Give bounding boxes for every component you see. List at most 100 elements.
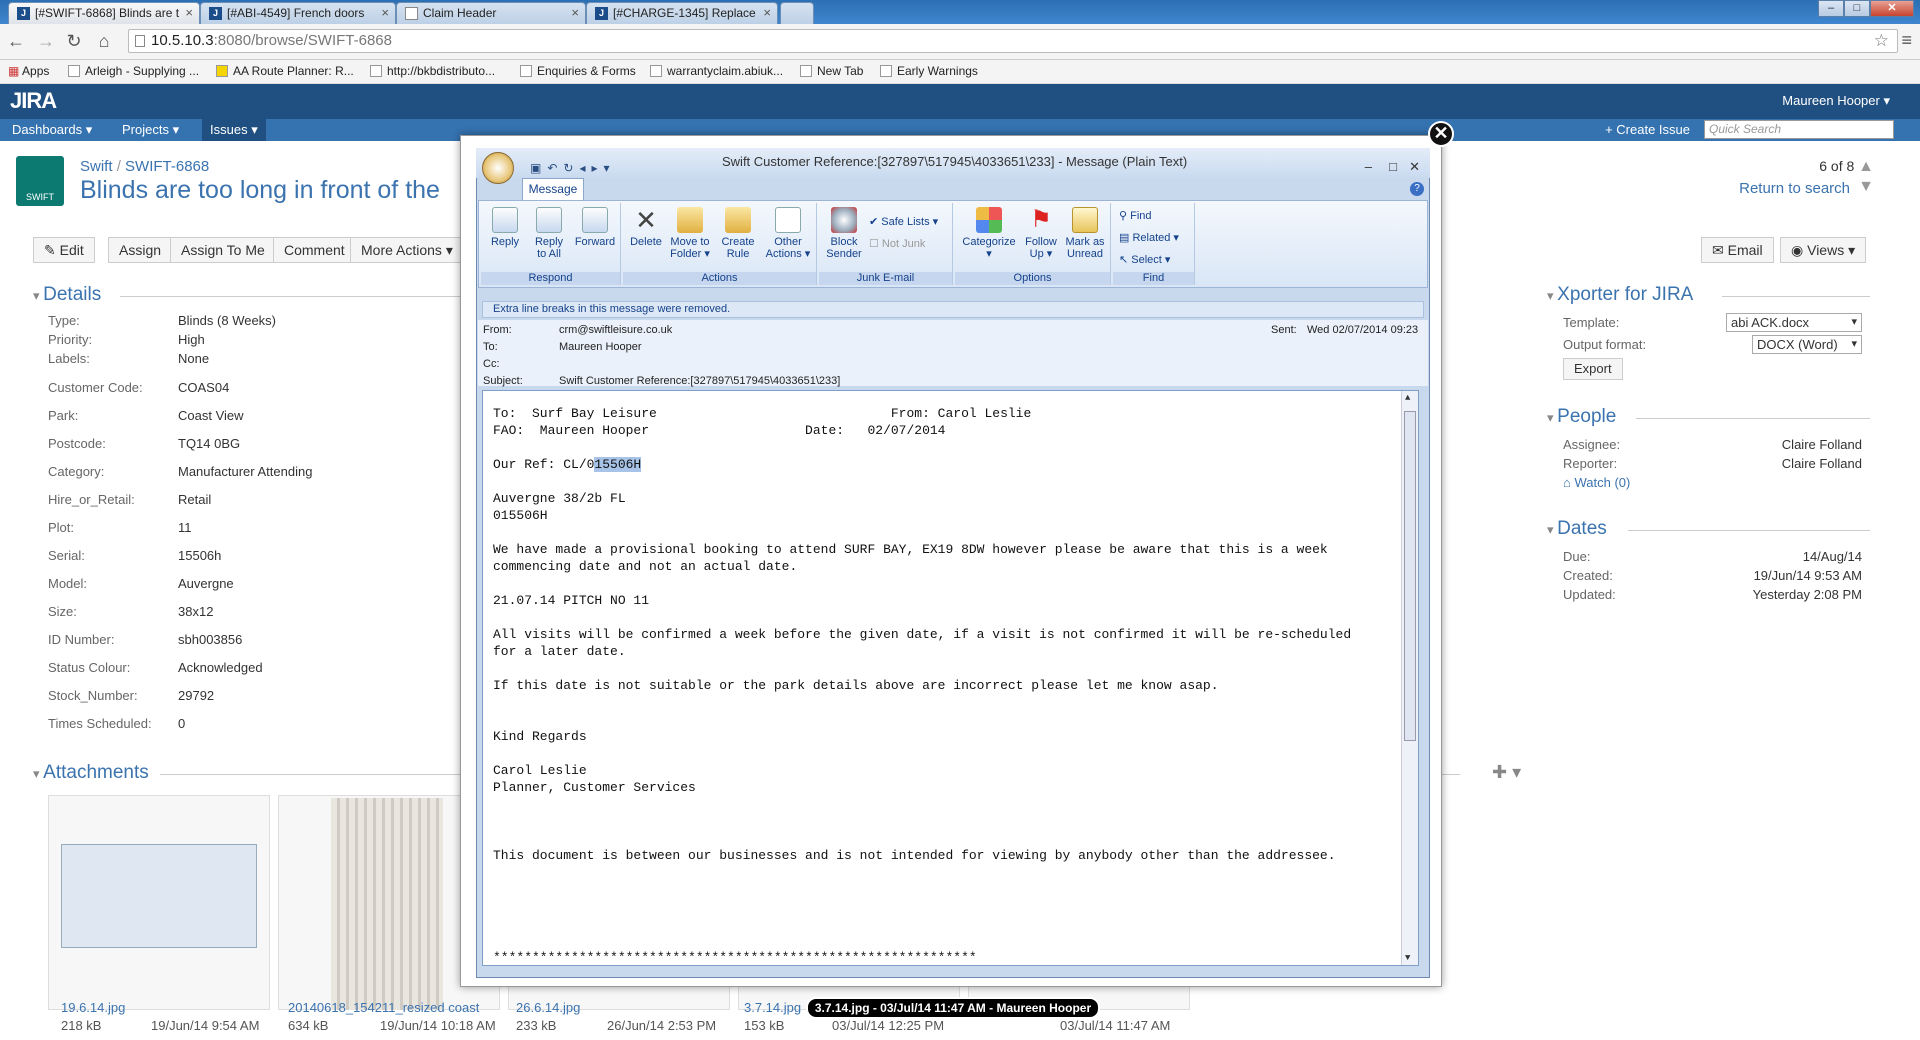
browser-tab-abi[interactable]: J [#ABI-4549] French doors × <box>200 2 396 24</box>
watch-link[interactable]: ⌂ Watch (0) <box>1563 475 1630 490</box>
views-button[interactable]: ◉ Views ▾ <box>1780 237 1867 263</box>
delete-button[interactable]: ✕ Delete <box>627 207 665 248</box>
nav-label: Dashboards <box>12 122 83 137</box>
other-actions-button[interactable]: Other Actions ▾ <box>763 207 813 260</box>
forward-button[interactable]: Forward <box>573 207 617 248</box>
to-value[interactable]: Maureen Hooper <box>559 341 642 353</box>
reply-all-button[interactable]: Reply to All <box>529 207 569 260</box>
attachments-heading[interactable]: Attachments <box>33 762 149 784</box>
attachment-thumbnail[interactable] <box>48 795 270 1010</box>
mark-as-unread-button[interactable]: Mark as Unread <box>1063 207 1107 260</box>
output-format-select[interactable]: DOCX (Word) <box>1752 335 1862 354</box>
detail-value: 38x12 <box>178 604 214 619</box>
message-body[interactable]: To: Surf Bay Leisure From: Carol Leslie … <box>482 390 1419 966</box>
browser-tab-claim-header[interactable]: Claim Header × <box>396 2 586 24</box>
details-heading[interactable]: Details <box>33 284 101 306</box>
project-avatar[interactable]: SWIFT <box>16 156 64 206</box>
browser-tab-swift[interactable]: J [#SWIFT-6868] Blinds are t × <box>8 2 200 24</box>
chrome-menu-icon[interactable]: ≡ <box>1901 30 1912 51</box>
minimize-icon[interactable]: – <box>1818 0 1844 17</box>
bookmark-new-tab[interactable]: New Tab <box>800 60 863 82</box>
help-icon[interactable]: ? <box>1410 182 1424 196</box>
categorize-button[interactable]: Categorize ▾ <box>959 207 1019 260</box>
attachment-name[interactable]: 20140618_154211_resized coast <box>288 1000 479 1015</box>
minimize-icon[interactable]: – <box>1365 153 1372 181</box>
scroll-up-icon[interactable]: ▲ <box>1405 393 1410 403</box>
maximize-icon[interactable]: □ <box>1844 0 1870 17</box>
reporter-value[interactable]: Claire Folland <box>1782 456 1862 471</box>
forward-icon[interactable]: → <box>36 31 56 51</box>
assignee-value[interactable]: Claire Folland <box>1782 437 1862 452</box>
bookmark-enquiries[interactable]: Enquiries & Forms <box>520 60 636 82</box>
bookmark-aa-route[interactable]: AA Route Planner: R... <box>216 60 354 82</box>
attachment-name[interactable]: 3.7.14.jpg <box>744 1000 801 1015</box>
chevron-down-icon[interactable]: ▼ <box>1858 178 1874 196</box>
edit-button[interactable]: ✎ Edit <box>33 237 95 263</box>
comment-button[interactable]: Comment <box>273 237 356 263</box>
add-attachment-icon[interactable]: ✚ ▾ <box>1492 762 1521 783</box>
nav-projects[interactable]: Projects ▾ <box>122 119 179 141</box>
reply-button[interactable]: Reply <box>485 207 525 248</box>
ribbon-tab-message[interactable]: Message <box>522 178 584 200</box>
related-button[interactable]: ▤ Related ▾ <box>1119 231 1179 244</box>
move-to-folder-button[interactable]: Move to Folder ▾ <box>667 207 713 260</box>
people-heading[interactable]: People <box>1547 406 1616 428</box>
bookmark-arleigh[interactable]: Arleigh - Supplying ... <box>68 60 199 82</box>
from-value[interactable]: crm@swiftleisure.co.uk <box>559 324 672 336</box>
new-tab-button[interactable] <box>780 2 814 24</box>
more-actions-button[interactable]: More Actions ▾ <box>350 237 464 263</box>
detail-value[interactable]: None <box>178 351 209 366</box>
bookmark-bkb[interactable]: http://bkbdistributo... <box>370 60 495 82</box>
quick-search-input[interactable]: Quick Search <box>1704 120 1894 139</box>
export-button[interactable]: Export <box>1563 358 1623 380</box>
bookmark-star-icon[interactable]: ☆ <box>1874 30 1889 52</box>
address-bar[interactable]: 10.5.10.3:8080/browse/SWIFT-6868 ☆ <box>128 29 1898 53</box>
reload-icon[interactable]: ↻ <box>64 31 84 51</box>
not-junk-button[interactable]: ☐ Not Junk <box>869 237 925 250</box>
breadcrumb-project[interactable]: Swift <box>80 158 113 175</box>
xporter-heading[interactable]: Xporter for JIRA <box>1547 284 1693 306</box>
close-icon[interactable]: × <box>185 3 193 23</box>
attachment-name[interactable]: 19.6.14.jpg <box>61 1000 125 1015</box>
home-icon[interactable]: ⌂ <box>94 31 114 51</box>
browser-tab-charge[interactable]: J [#CHARGE-1345] Replace × <box>586 2 778 24</box>
body-text: Auvergne 38/2b FL 015506H We have made a… <box>493 491 1352 965</box>
office-button-icon[interactable] <box>482 152 514 184</box>
return-to-search-link[interactable]: Return to search <box>1739 180 1850 197</box>
bookmark-early-warnings[interactable]: Early Warnings <box>880 60 978 82</box>
create-rule-button[interactable]: Create Rule <box>717 207 759 260</box>
close-icon[interactable]: × <box>763 3 771 23</box>
jira-logo[interactable]: JIRA <box>10 88 57 114</box>
create-issue-button[interactable]: + Create Issue <box>1605 119 1690 141</box>
block-sender-button[interactable]: Block Sender <box>823 207 865 260</box>
template-select[interactable]: abi ACK.docx <box>1726 313 1862 332</box>
close-window-icon[interactable]: ✕ <box>1870 0 1914 17</box>
divider <box>1722 296 1870 297</box>
assign-button[interactable]: Assign <box>108 237 173 263</box>
scroll-down-icon[interactable]: ▼ <box>1405 953 1410 963</box>
breadcrumb-issue-key[interactable]: SWIFT-6868 <box>125 158 209 175</box>
back-icon[interactable]: ← <box>6 31 26 51</box>
vertical-scrollbar[interactable]: ▲ ▼ <box>1401 391 1418 965</box>
find-button[interactable]: ⚲ Find <box>1119 209 1152 222</box>
info-bar[interactable]: Extra line breaks in this message were r… <box>482 301 1424 318</box>
user-menu[interactable]: Maureen Hooper ▾ <box>1782 93 1890 109</box>
email-button[interactable]: ✉ Email <box>1701 237 1774 263</box>
attachment-name[interactable]: 26.6.14.jpg <box>516 1000 580 1015</box>
bookmark-warranty[interactable]: warrantyclaim.abiuk... <box>650 60 783 82</box>
scrollbar-thumb[interactable] <box>1404 411 1416 741</box>
bookmark-apps[interactable]: ▦ Apps <box>8 60 49 82</box>
dates-heading[interactable]: Dates <box>1547 518 1607 540</box>
assign-to-me-button[interactable]: Assign To Me <box>170 237 276 263</box>
follow-up-button[interactable]: ⚑ Follow Up ▾ <box>1021 207 1061 261</box>
nav-dashboards[interactable]: Dashboards ▾ <box>12 119 92 141</box>
chevron-up-icon[interactable]: ▲ <box>1858 158 1874 175</box>
select-button[interactable]: ↖ Select ▾ <box>1119 253 1170 266</box>
close-icon[interactable]: × <box>571 3 579 23</box>
safe-lists-button[interactable]: ✔ Safe Lists ▾ <box>869 215 938 228</box>
nav-issues[interactable]: Issues ▾ <box>202 119 266 141</box>
close-icon[interactable]: ✕ <box>1409 153 1420 181</box>
close-icon[interactable]: × <box>381 3 389 23</box>
maximize-icon[interactable]: □ <box>1389 153 1397 181</box>
close-overlay-icon[interactable]: ✕ <box>1428 121 1454 147</box>
